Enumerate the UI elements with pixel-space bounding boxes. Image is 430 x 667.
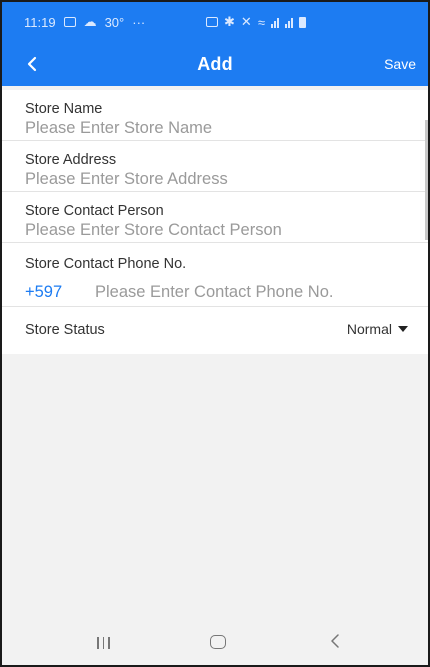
status-right: ✱ ✕ ≈	[206, 14, 306, 30]
store-name-field: Store Name	[2, 90, 428, 141]
store-address-label: Store Address	[25, 152, 117, 168]
recent-apps-icon	[102, 637, 104, 649]
contact-phone-field: Store Contact Phone No. +597	[2, 243, 428, 307]
back-icon	[331, 634, 339, 648]
contact-person-input[interactable]	[25, 220, 415, 240]
page-title: Add	[197, 54, 233, 74]
alarm-icon	[206, 17, 218, 27]
wifi-icon: ≈	[257, 14, 265, 30]
store-name-label: Store Name	[25, 101, 103, 117]
status-left: 11:19 ☁ 30° ···	[24, 14, 145, 30]
save-button[interactable]: Save	[384, 56, 416, 72]
signal-2-icon	[284, 17, 293, 28]
add-store-form: Store Name Store Address Store Contact P…	[2, 90, 428, 354]
contact-phone-label: Store Contact Phone No.	[25, 256, 187, 272]
recent-apps-button[interactable]	[97, 637, 110, 649]
store-status-field: Store Status Normal	[2, 307, 428, 354]
system-nav-bar	[2, 625, 428, 665]
status-bar: 11:19 ☁ 30° ··· ✱ ✕ ≈	[2, 2, 428, 42]
store-status-dropdown[interactable]: Normal	[347, 321, 408, 337]
status-more: ···	[132, 14, 146, 30]
store-status-value: Normal	[346, 321, 392, 337]
caret-down-icon	[398, 326, 408, 332]
country-code-selector[interactable]: +597	[25, 283, 62, 302]
scrollbar[interactable]	[425, 120, 428, 240]
battery-icon	[298, 16, 306, 28]
store-status-label: Store Status	[25, 322, 105, 338]
recent-apps-icon	[108, 637, 110, 649]
status-time: 11:19	[24, 14, 56, 30]
home-button[interactable]	[210, 635, 226, 649]
bluetooth-icon: ✱	[224, 14, 235, 29]
contact-person-field: Store Contact Person	[2, 192, 428, 243]
mute-icon: ✕	[240, 14, 252, 29]
store-name-input[interactable]	[25, 118, 415, 138]
signal-icon	[270, 17, 279, 28]
contact-phone-input[interactable]	[95, 282, 415, 302]
app-frame: 11:19 ☁ 30° ··· ✱ ✕ ≈ Add Save Store Nam…	[0, 0, 430, 667]
message-icon	[63, 17, 76, 27]
system-back-button[interactable]	[330, 633, 340, 654]
contact-person-label: Store Contact Person	[25, 203, 164, 219]
store-address-field: Store Address	[2, 141, 428, 192]
weather-icon: ☁	[83, 14, 97, 29]
recent-apps-icon	[97, 637, 99, 649]
app-bar: Add Save	[2, 42, 428, 86]
store-address-input[interactable]	[25, 169, 415, 189]
status-temperature: 30°	[104, 14, 125, 30]
